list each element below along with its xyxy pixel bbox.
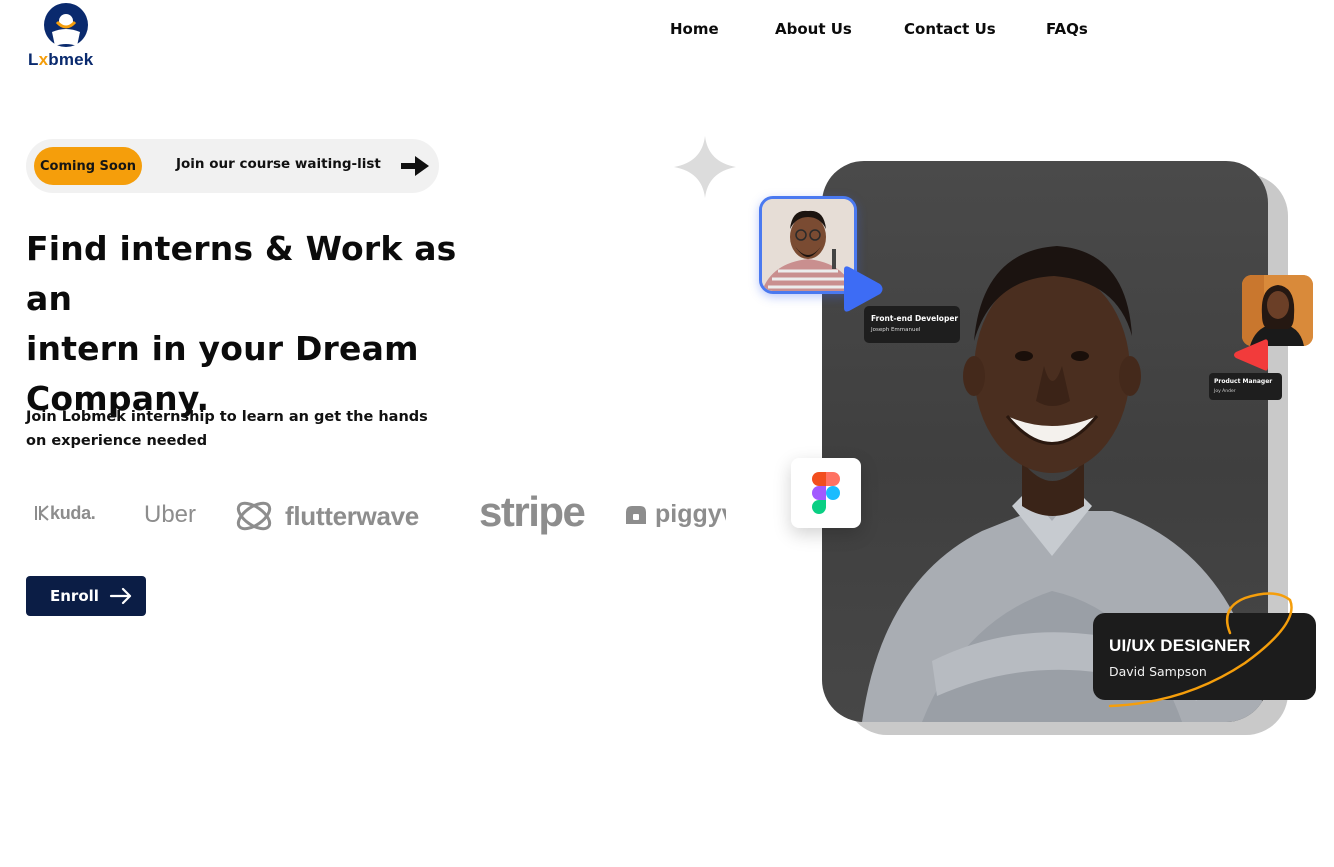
featured-role-card: UI/UX DESIGNER David Sampson (1093, 613, 1316, 700)
kuda-mark-icon (35, 505, 49, 521)
flutterwave-mark-icon (236, 501, 272, 531)
sparkle-icon (674, 136, 736, 198)
developer-tag: Front-end Developer Joseph Emmanuel (864, 306, 960, 343)
figma-card (791, 458, 861, 528)
developer-role: Front-end Developer (871, 314, 959, 323)
nav-link-about[interactable]: About Us (775, 20, 852, 38)
enroll-label: Enroll (50, 587, 99, 605)
manager-role: Product Manager (1214, 378, 1273, 385)
developer-name: Joseph Emmanuel (871, 327, 921, 333)
partner-logo-uber: Uber (144, 501, 197, 528)
nav-link-home[interactable]: Home (670, 20, 719, 38)
headline-line: Find interns & Work as an (26, 229, 457, 318)
hero-subtext: Join Lobmek internship to learn an get t… (26, 409, 428, 449)
partner-logo-piggyvest: piggyv (623, 500, 726, 529)
manager-name: Joy Ander (1214, 389, 1236, 394)
waitlist-banner[interactable]: Coming Soon Join our course waiting-list (26, 139, 439, 193)
partner-logo-flutterwave: flutterwave (233, 496, 419, 536)
piggyvest-mark-icon (626, 505, 646, 524)
featured-name: David Sampson (1109, 664, 1207, 679)
enroll-button[interactable]: Enroll (26, 576, 146, 616)
brand-wordmark: Lxbmek (28, 50, 94, 69)
featured-role: UI/UX DESIGNER (1109, 636, 1251, 655)
headline-line: intern in your Dream (26, 329, 419, 368)
partner-logo-kuda: kuda. (35, 503, 96, 524)
figma-icon (812, 472, 840, 514)
main-nav: Home About Us Contact Us FAQs (0, 20, 1334, 44)
nav-link-contact[interactable]: Contact Us (904, 20, 996, 38)
coming-soon-badge: Coming Soon (34, 147, 142, 185)
partner-logo-stripe: stripe (479, 488, 586, 535)
partner-logos: kuda. Uber flutterwave stripe piggyv (26, 488, 726, 548)
arrow-right-icon[interactable] (400, 154, 430, 178)
play-red-icon (1234, 339, 1268, 371)
manager-tag: Product Manager Joy Ander (1209, 373, 1282, 400)
waitlist-text: Join our course waiting-list (176, 156, 381, 172)
nav-link-faqs[interactable]: FAQs (1046, 20, 1088, 38)
arrow-right-icon (109, 587, 132, 605)
hero-headline: Find interns & Work as an intern in your… (26, 224, 506, 424)
